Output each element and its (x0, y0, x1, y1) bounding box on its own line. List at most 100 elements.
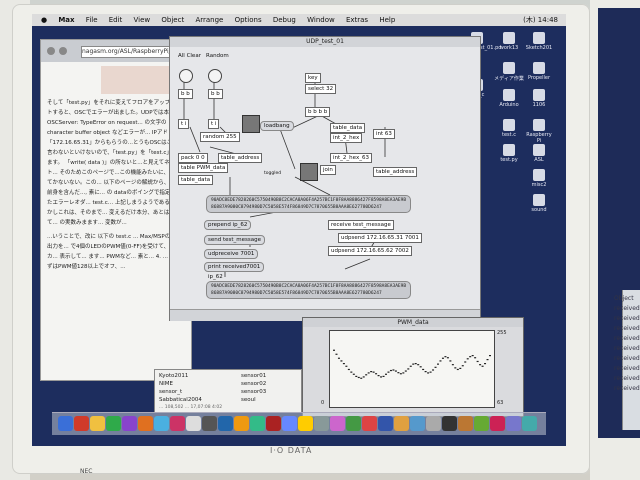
desktop-icon[interactable]: misc2 (524, 169, 554, 188)
int2hex63-object[interactable]: int_2_hex_63 (330, 153, 372, 163)
hex-message[interactable]: 90ADC8EDE7828260C5750490B8C2CACA8A06F4A2… (206, 195, 412, 213)
dock-app-icon[interactable] (234, 416, 249, 431)
dock-app-icon[interactable] (442, 416, 457, 431)
dock-app-icon[interactable] (282, 416, 297, 431)
list-item[interactable]: Sabbatical2004 (159, 396, 202, 404)
list-item[interactable]: NIME (159, 380, 173, 388)
dock-app-icon[interactable] (250, 416, 265, 431)
menu-item-extras[interactable]: Extras (346, 16, 368, 24)
dock-app-icon[interactable] (202, 416, 217, 431)
table-data-object[interactable]: table_data (178, 175, 214, 185)
dock-app-icon[interactable] (362, 416, 377, 431)
desktop-icon[interactable]: Raspberry Pi (524, 119, 554, 144)
bb-object[interactable]: b b (208, 89, 223, 99)
all-clear-bang[interactable] (179, 69, 193, 83)
apple-menu-icon[interactable]: ● (41, 16, 47, 24)
hex-message[interactable]: 90ADC8EDE7828260C5750490B8C2CACA8A06F4A2… (206, 281, 412, 299)
menu-item-help[interactable]: Help (379, 16, 395, 24)
t-object[interactable]: t i (178, 119, 190, 129)
dock-app-icon[interactable] (458, 416, 473, 431)
desktop-icon[interactable]: Arduino (494, 89, 524, 108)
dock-app-icon[interactable] (298, 416, 313, 431)
int2hex-object[interactable]: int_2_hex (330, 133, 363, 143)
dock-app-icon[interactable] (106, 416, 121, 431)
menu-item-max[interactable]: Max (58, 16, 74, 24)
menu-item-view[interactable]: View (134, 16, 151, 24)
dock-app-icon[interactable] (218, 416, 233, 431)
pwm-point (335, 353, 338, 355)
receive-object[interactable]: receive test_message (328, 220, 394, 230)
menu-item-file[interactable]: File (86, 16, 98, 24)
random-object[interactable]: random 255 (200, 132, 240, 142)
dock-app-icon[interactable] (266, 416, 281, 431)
dock-app-icon[interactable] (58, 416, 73, 431)
pwm-title[interactable]: PWM_data (303, 318, 523, 327)
list-item[interactable]: sensor02 (241, 380, 266, 388)
desktop-icon[interactable]: Sketch201 (524, 32, 554, 51)
list-item[interactable]: sensor01 (241, 372, 266, 380)
menu-item-debug[interactable]: Debug (273, 16, 296, 24)
menu-item-options[interactable]: Options (235, 16, 262, 24)
forward-icon[interactable] (59, 47, 67, 55)
pwm-plot[interactable] (329, 330, 495, 408)
send-object[interactable]: send test_message (204, 235, 266, 245)
table-address-object[interactable]: table_address (218, 153, 263, 163)
dock-app-icon[interactable] (474, 416, 489, 431)
loadbang-object[interactable]: loadbang (260, 121, 294, 131)
menu-item-object[interactable]: Object (161, 16, 184, 24)
desktop-icon[interactable]: 1106 (524, 89, 554, 108)
prepend-object[interactable]: prepend ip_62 (204, 220, 252, 230)
desktop-icon[interactable]: sound (524, 194, 554, 213)
list-item[interactable]: seoul (241, 396, 256, 404)
menu-item-edit[interactable]: Edit (109, 16, 123, 24)
select-object[interactable]: select 32 (305, 84, 337, 94)
dock-app-icon[interactable] (330, 416, 345, 431)
list-item[interactable]: sensor_t (159, 388, 182, 396)
dock-app-icon[interactable] (138, 416, 153, 431)
dock-app-icon[interactable] (522, 416, 537, 431)
dock-app-icon[interactable] (378, 416, 393, 431)
dock-app-icon[interactable] (122, 416, 137, 431)
desktop-icon[interactable]: work13 (494, 32, 524, 51)
desktop-icon[interactable]: Propeller (524, 62, 554, 81)
dock-app-icon[interactable] (314, 416, 329, 431)
table-address-object[interactable]: table_address (373, 167, 418, 177)
desktop-icon[interactable]: ASL (524, 144, 554, 163)
random-bang[interactable] (208, 69, 222, 83)
desktop-icon[interactable]: メディア作業 (494, 62, 524, 82)
dock-app-icon[interactable] (506, 416, 521, 431)
pack-object[interactable]: pack 0 0 (178, 153, 208, 163)
udpsend-object[interactable]: udpsend 172.16.65.31 7001 (338, 233, 422, 243)
t-object[interactable]: t i (208, 119, 220, 129)
bbbb-object[interactable]: b b b b (305, 107, 331, 117)
table-data-object[interactable]: table_data (330, 123, 366, 133)
dock-app-icon[interactable] (90, 416, 105, 431)
menubar-clock[interactable]: (木) 14:48 (523, 14, 558, 26)
back-icon[interactable] (47, 47, 55, 55)
join-object[interactable]: join (320, 165, 336, 175)
lcd-display[interactable] (300, 163, 318, 181)
dock-app-icon[interactable] (426, 416, 441, 431)
dock-app-icon[interactable] (170, 416, 185, 431)
dock-app-icon[interactable] (74, 416, 89, 431)
int63-object[interactable]: int 63 (373, 129, 395, 139)
udpreceive-object[interactable]: udpreceive 7001 (204, 249, 259, 259)
udpsend-object[interactable]: udpsend 172.16.65.62 7002 (328, 246, 412, 256)
dock-app-icon[interactable] (346, 416, 361, 431)
dock-app-icon[interactable] (490, 416, 505, 431)
dock-app-icon[interactable] (186, 416, 201, 431)
bb-object[interactable]: b b (178, 89, 193, 99)
print-object[interactable]: print received7001 (204, 262, 265, 272)
table-pwm-object[interactable]: table PWM_data (178, 163, 229, 173)
dock-app-icon[interactable] (410, 416, 425, 431)
key-object[interactable]: key (305, 73, 321, 83)
menu-item-arrange[interactable]: Arrange (195, 16, 223, 24)
menu-item-window[interactable]: Window (307, 16, 335, 24)
dock-app-icon[interactable] (154, 416, 169, 431)
desktop-icon[interactable]: test.py (494, 144, 524, 163)
dock-app-icon[interactable] (394, 416, 409, 431)
list-item[interactable]: sensor03 (241, 388, 266, 396)
list-item[interactable]: Kyoto2011 (159, 372, 188, 380)
desktop-icon[interactable]: test.c (494, 119, 524, 138)
lcd-display[interactable] (242, 115, 260, 133)
